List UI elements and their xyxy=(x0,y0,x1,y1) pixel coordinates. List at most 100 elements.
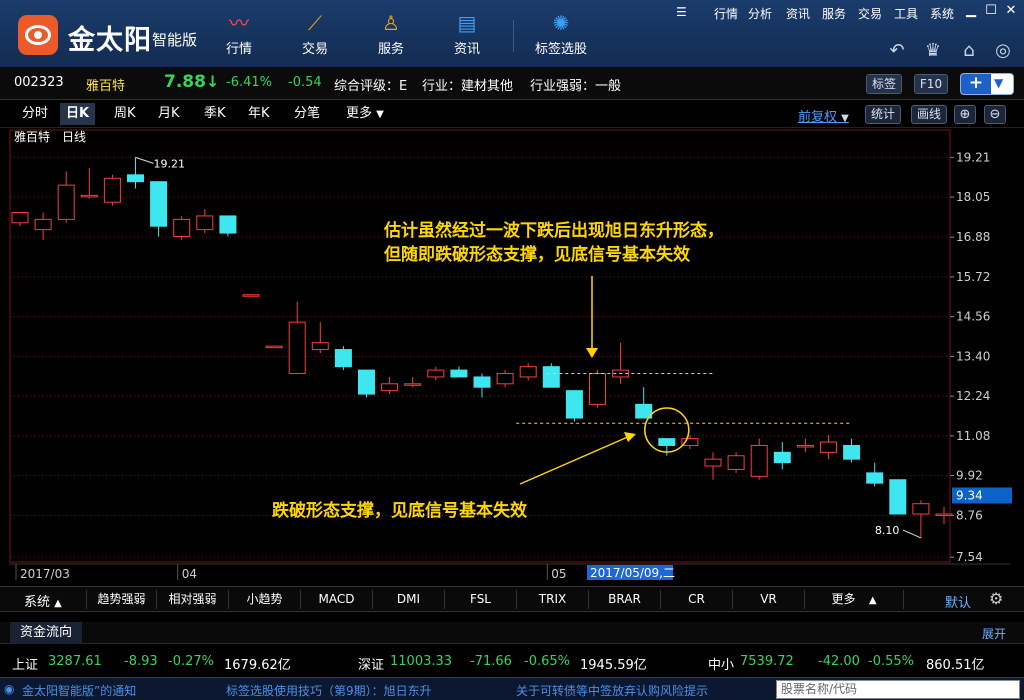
tab-brar[interactable]: BRAR xyxy=(588,590,660,609)
tab-yearly-k[interactable]: 年K xyxy=(242,103,276,125)
candle-up xyxy=(912,503,930,515)
nav-market-label: 行情 xyxy=(225,42,252,57)
news-icon: ▤ xyxy=(457,11,477,35)
tab-weekly-k[interactable]: 周K xyxy=(108,103,142,125)
index-change-sh: -8.93 xyxy=(124,654,158,669)
chart-stock-name: 雅百特 xyxy=(14,130,51,144)
tip-link[interactable]: 标签选股使用技巧（第9期）：旭日东升 xyxy=(226,682,432,699)
bulb-icon: ✺ xyxy=(552,11,570,35)
candle-up xyxy=(311,342,329,351)
index-value-sh: 3287.61 xyxy=(48,654,102,669)
y-tick-label: 12.24 xyxy=(956,389,990,403)
fund-flow-tab[interactable]: 资金流向 xyxy=(10,622,83,644)
candle-up xyxy=(427,369,445,378)
adjust-label: 前复权 xyxy=(798,110,838,125)
close-icon[interactable]: ✕ xyxy=(1002,3,1020,19)
menu-news[interactable]: 资讯 xyxy=(786,5,810,22)
adjust-dropdown[interactable]: 前复权 ▼ xyxy=(798,106,849,125)
index-name-sz: 深证 xyxy=(358,658,385,673)
annotation-arrowhead xyxy=(624,432,636,442)
candle-up xyxy=(103,177,121,203)
nav-trade[interactable]: ⟋ 交易 xyxy=(279,10,351,60)
index-value-sme: 7539.72 xyxy=(740,654,794,669)
nav-divider xyxy=(513,20,514,52)
menu-list-icon[interactable]: ☰ xyxy=(676,5,687,19)
candle-down xyxy=(542,366,560,388)
candle-down xyxy=(658,438,676,446)
index-name-sh: 上证 xyxy=(12,658,39,673)
kline-chart-svg[interactable]: 19.21 18.05 16.88 15.72 14.56 13.40 12.24 11.08… xyxy=(0,128,1024,588)
y-tick-label: 8.76 xyxy=(956,508,983,522)
nav-market[interactable]: 〰 行情 xyxy=(203,10,275,60)
app-logo-text: 金太阳 xyxy=(68,25,152,56)
tab-monthly-k[interactable]: 月K xyxy=(152,103,186,125)
tag-button[interactable]: 标签 xyxy=(866,74,902,94)
candle-up xyxy=(265,345,283,349)
y-tick-label: 9.92 xyxy=(956,469,983,483)
menu-market[interactable]: 行情 xyxy=(714,5,738,22)
low-label: 8.10 xyxy=(875,524,900,537)
chevron-up-icon: ▲ xyxy=(54,598,62,609)
nav-service[interactable]: ♙ 服务 xyxy=(355,10,427,60)
tab-cr[interactable]: CR xyxy=(660,590,732,609)
tab-quarterly-k[interactable]: 季K xyxy=(198,103,232,125)
industry-strength: 行业强弱：一般 xyxy=(530,79,622,94)
minimize-icon[interactable]: ▁ xyxy=(962,3,980,19)
zoom-in-icon[interactable]: ⊕ xyxy=(954,105,976,124)
tab-small-trend[interactable]: 小趋势 xyxy=(228,590,300,609)
default-button[interactable]: 默认 xyxy=(945,592,971,611)
stock-name: 雅百特 xyxy=(86,79,126,94)
news-link[interactable]: 关于可转债等中签放弃认购风险提示 xyxy=(516,682,708,699)
gear-icon[interactable]: ⚙ xyxy=(989,589,1003,608)
menu-trade[interactable]: 交易 xyxy=(858,5,882,22)
nav-service-label: 服务 xyxy=(377,42,404,57)
tab-trend-strength[interactable]: 趋势强弱 xyxy=(86,590,156,609)
tab-vr[interactable]: VR xyxy=(732,590,804,609)
index-amount-sme: 860.51亿 xyxy=(926,658,985,673)
chevron-down-icon: ▼ xyxy=(841,113,849,124)
building-icon[interactable]: ⌂ xyxy=(956,40,982,62)
tab-more[interactable]: 更多 ▼ xyxy=(340,103,390,125)
candle-up xyxy=(820,441,837,453)
tab-tick[interactable]: 分笔 xyxy=(288,103,326,125)
index-pct-sz: -0.65% xyxy=(524,654,570,669)
stats-button[interactable]: 统计 xyxy=(865,105,901,124)
tab-intraday[interactable]: 分时 xyxy=(16,103,54,125)
candle-down xyxy=(773,451,791,464)
kline-chart[interactable]: 19.21 18.05 16.88 15.72 14.56 13.40 12.24 11.08… xyxy=(0,128,1024,588)
menu-tools[interactable]: 工具 xyxy=(894,5,918,22)
notice-link[interactable]: 金太阳智能版”的通知 xyxy=(22,682,136,699)
menu-analysis[interactable]: 分析 xyxy=(748,5,772,22)
maximize-icon[interactable]: ☐ xyxy=(982,3,1000,19)
y-tick-label: 16.88 xyxy=(956,230,990,244)
candle-down xyxy=(219,215,237,234)
tab-fsl[interactable]: FSL xyxy=(444,590,516,609)
expand-button[interactable]: 展开 xyxy=(982,625,1006,642)
notice-icon[interactable]: ◉ xyxy=(4,682,14,696)
candle-up xyxy=(589,373,606,405)
sun-logo-icon xyxy=(18,15,58,55)
tab-dmi[interactable]: DMI xyxy=(372,590,444,609)
trophy-icon[interactable]: ♛ xyxy=(920,40,946,62)
tab-more-indicators[interactable]: 更多 ▲ xyxy=(804,590,904,609)
index-change-sme: -42.00 xyxy=(818,654,860,669)
nav-news[interactable]: ▤ 资讯 xyxy=(431,10,503,60)
system-indicator-dropdown[interactable]: 系统 ▲ xyxy=(24,591,62,610)
back-icon[interactable]: ↶ xyxy=(884,40,910,62)
annotation-arrow xyxy=(519,435,631,485)
annotation-arrowhead xyxy=(586,348,598,358)
menu-system[interactable]: 系统 xyxy=(930,5,954,22)
stock-search-input[interactable]: 股票名称/代码 xyxy=(776,680,1020,699)
candle-down xyxy=(473,376,491,388)
sun-swirl-icon[interactable]: ◎ xyxy=(990,40,1016,62)
add-watchlist-button[interactable]: + ▼ xyxy=(960,73,1014,95)
draw-line-button[interactable]: 画线 xyxy=(911,105,947,124)
menu-service[interactable]: 服务 xyxy=(822,5,846,22)
tab-trix[interactable]: TRIX xyxy=(516,590,588,609)
nav-tag-stock-pick[interactable]: ✺ 标签选股 xyxy=(523,10,599,60)
tab-relative-strength[interactable]: 相对强弱 xyxy=(156,590,228,609)
tab-macd[interactable]: MACD xyxy=(300,590,372,609)
tab-daily-k[interactable]: 日K xyxy=(60,103,96,125)
zoom-out-icon[interactable]: ⊖ xyxy=(984,105,1006,124)
f10-button[interactable]: F10 xyxy=(914,74,948,94)
